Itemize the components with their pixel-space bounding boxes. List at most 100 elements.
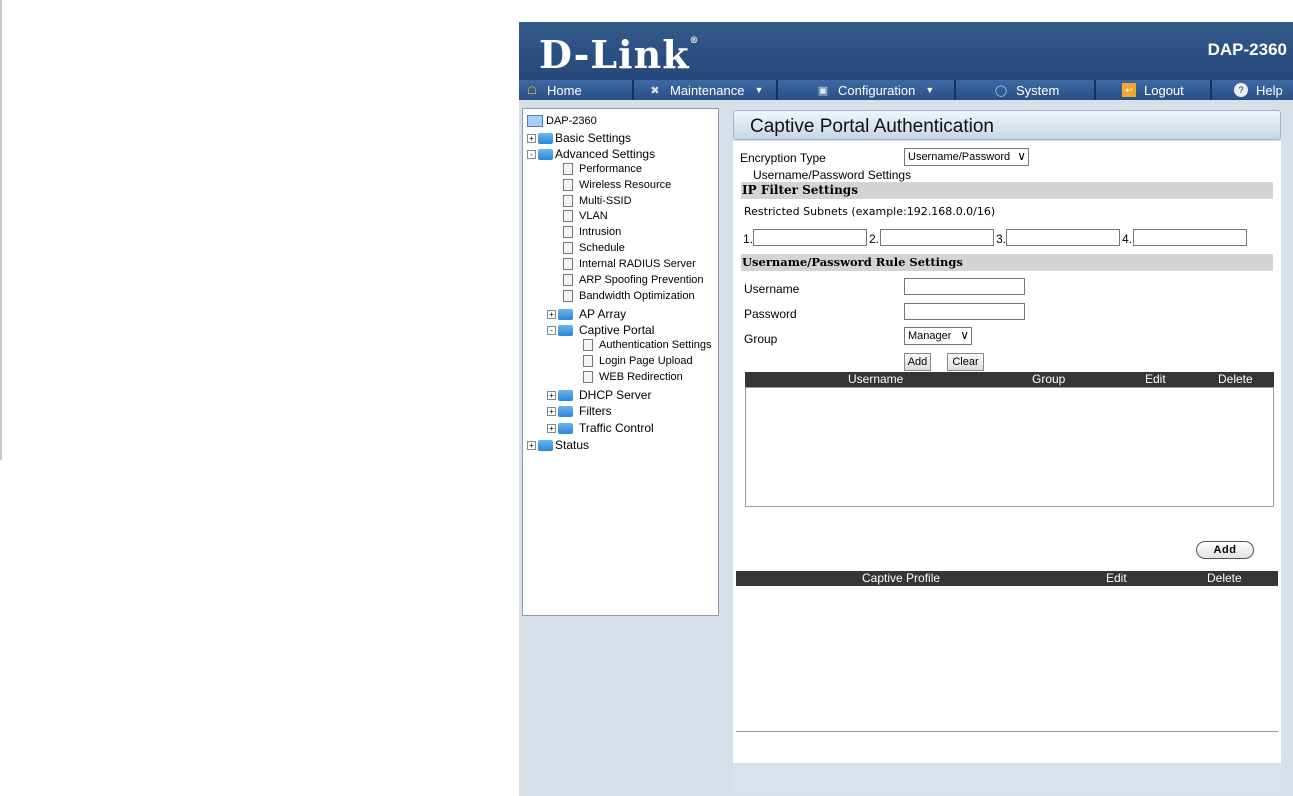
chevron-down-icon: ▼ (754, 85, 764, 95)
encryption-type-select[interactable]: Username/Password ∨ (904, 148, 1029, 166)
subnet-input-1[interactable] (753, 229, 867, 246)
chevron-down-icon: ∨ (960, 328, 969, 342)
tree-item-captive-portal[interactable]: - Captive Portal (547, 323, 654, 337)
tree-item-wireless-resource[interactable]: Wireless Resource (563, 179, 671, 191)
logout-icon: ↩ (1122, 83, 1136, 97)
expand-icon[interactable]: + (527, 440, 536, 450)
tree-item-label: Status (555, 438, 590, 452)
collapse-icon[interactable]: - (527, 149, 536, 159)
group-label: Group (744, 332, 778, 346)
tree-item-dap-2360[interactable]: DAP-2360 (527, 115, 597, 127)
tree-item-traffic-control[interactable]: + Traffic Control (547, 421, 654, 435)
ip-filter-settings-header: IP Filter Settings (741, 182, 1273, 199)
tree-item-filters[interactable]: + Filters (547, 404, 612, 418)
tree-item-vlan[interactable]: VLAN (563, 210, 608, 222)
save-icon: ▣ (817, 84, 829, 97)
tree-item-label: Intrusion (579, 226, 622, 238)
username-password-settings-heading: Username/Password Settings (753, 168, 912, 182)
tree-item-label: ARP Spoofing Prevention (579, 274, 704, 286)
tools-icon: ✖ (650, 84, 660, 97)
tree-item-arp-spoofing-prevention[interactable]: ARP Spoofing Prevention (563, 274, 704, 286)
encryption-type-value: Username/Password (908, 151, 1011, 163)
menu-maintenance[interactable]: ✖ Maintenance ▼ (634, 80, 778, 100)
page-icon (563, 210, 573, 222)
tree-item-label: Basic Settings (555, 131, 632, 145)
menu-system[interactable]: ◯ System (956, 80, 1096, 100)
tree-item-label: Performance (579, 163, 642, 175)
tree-item-label: Schedule (579, 242, 625, 254)
page-icon (563, 226, 573, 238)
menu-home[interactable]: ☖ Home (519, 80, 634, 100)
expand-icon[interactable]: + (547, 423, 556, 433)
username-input[interactable] (904, 278, 1025, 295)
menu-home-label: Home (547, 82, 582, 98)
rule-settings-header: Username/Password Rule Settings (741, 254, 1273, 271)
tree-item-intrusion[interactable]: Intrusion (563, 226, 621, 238)
subnet-input-3[interactable] (1006, 229, 1120, 246)
group-select[interactable]: Manager ∨ (904, 327, 972, 345)
computer-icon (527, 115, 543, 127)
expand-icon[interactable]: + (547, 309, 556, 319)
tree-item-label: Authentication Settings (599, 339, 712, 351)
password-input[interactable] (904, 303, 1025, 320)
subnet-input-2[interactable] (880, 229, 994, 246)
menu-help[interactable]: ? Help (1212, 80, 1293, 100)
tree-item-multi-ssid[interactable]: Multi-SSID (563, 195, 632, 207)
header: D-Link® DAP-2360 (519, 22, 1293, 80)
tree-item-label: Multi-SSID (579, 195, 632, 207)
page-icon (583, 355, 593, 367)
tree-item-performance[interactable]: Performance (563, 163, 642, 175)
clear-button[interactable]: Clear (947, 353, 984, 371)
column-delete: Delete (1218, 372, 1253, 386)
home-icon: ☖ (527, 84, 537, 97)
tree-item-internal-radius-server[interactable]: Internal RADIUS Server (563, 258, 696, 270)
folder-icon (558, 389, 573, 401)
collapse-icon[interactable]: - (547, 325, 556, 335)
tree-item-label: Internal RADIUS Server (579, 258, 696, 270)
user-table-header: Username Group Edit Delete (745, 372, 1274, 387)
add-user-button[interactable]: Add (904, 353, 931, 371)
tree-item-label: Wireless Resource (579, 179, 672, 191)
tree-item-web-redirection[interactable]: WEB Redirection (583, 371, 683, 383)
menu-configuration-label: Configuration (838, 82, 916, 98)
subnet-label-2: 2. (869, 232, 880, 246)
encryption-type-label: Encryption Type (740, 151, 826, 165)
tree-item-login-page-upload[interactable]: Login Page Upload (583, 355, 693, 367)
tree-item-label: DAP-2360 (546, 115, 597, 127)
add-profile-button[interactable]: Add (1196, 541, 1254, 559)
tree-item-schedule[interactable]: Schedule (563, 242, 625, 254)
column-captive-profile: Captive Profile (862, 571, 941, 585)
menu-logout-label: Logout (1144, 82, 1184, 98)
tree-item-advanced-settings[interactable]: - Advanced Settings (527, 147, 655, 161)
menu-help-label: Help (1256, 82, 1283, 98)
expand-icon[interactable]: + (527, 133, 536, 143)
menu-logout[interactable]: ↩ Logout (1096, 80, 1212, 100)
tree-item-ap-array[interactable]: + AP Array (547, 307, 626, 321)
tree-item-bandwidth-optimization[interactable]: Bandwidth Optimization (563, 290, 695, 302)
page-icon (563, 242, 573, 254)
chevron-down-icon: ▼ (925, 85, 935, 95)
navigation-tree: DAP-2360 + Basic Settings - Advanced Setti… (522, 108, 719, 616)
left-divider (0, 0, 2, 460)
dlink-logo: D-Link® (539, 32, 700, 77)
tree-item-label: Filters (579, 404, 612, 418)
expand-icon[interactable]: + (547, 406, 556, 416)
page-icon (583, 371, 593, 383)
tree-item-label: Advanced Settings (555, 147, 656, 161)
tree-item-authentication-settings[interactable]: Authentication Settings (583, 339, 712, 351)
chevron-down-icon: ∨ (1017, 149, 1026, 163)
tree-item-status[interactable]: + Status (527, 438, 589, 452)
page-icon (563, 290, 573, 302)
menu-maintenance-label: Maintenance (670, 82, 745, 98)
menu-configuration[interactable]: ▣ Configuration ▼ (778, 80, 956, 100)
subnet-input-4[interactable] (1133, 229, 1247, 246)
expand-icon[interactable]: + (547, 390, 556, 400)
page-icon (563, 179, 573, 191)
tree-item-label: VLAN (579, 210, 608, 222)
tree-item-basic-settings[interactable]: + Basic Settings (527, 131, 631, 145)
password-label: Password (744, 307, 797, 321)
subnet-label-4: 4. (1122, 232, 1133, 246)
model-name: DAP-2360 (1207, 40, 1287, 59)
column-edit: Edit (1145, 372, 1166, 386)
tree-item-dhcp-server[interactable]: + DHCP Server (547, 388, 651, 402)
